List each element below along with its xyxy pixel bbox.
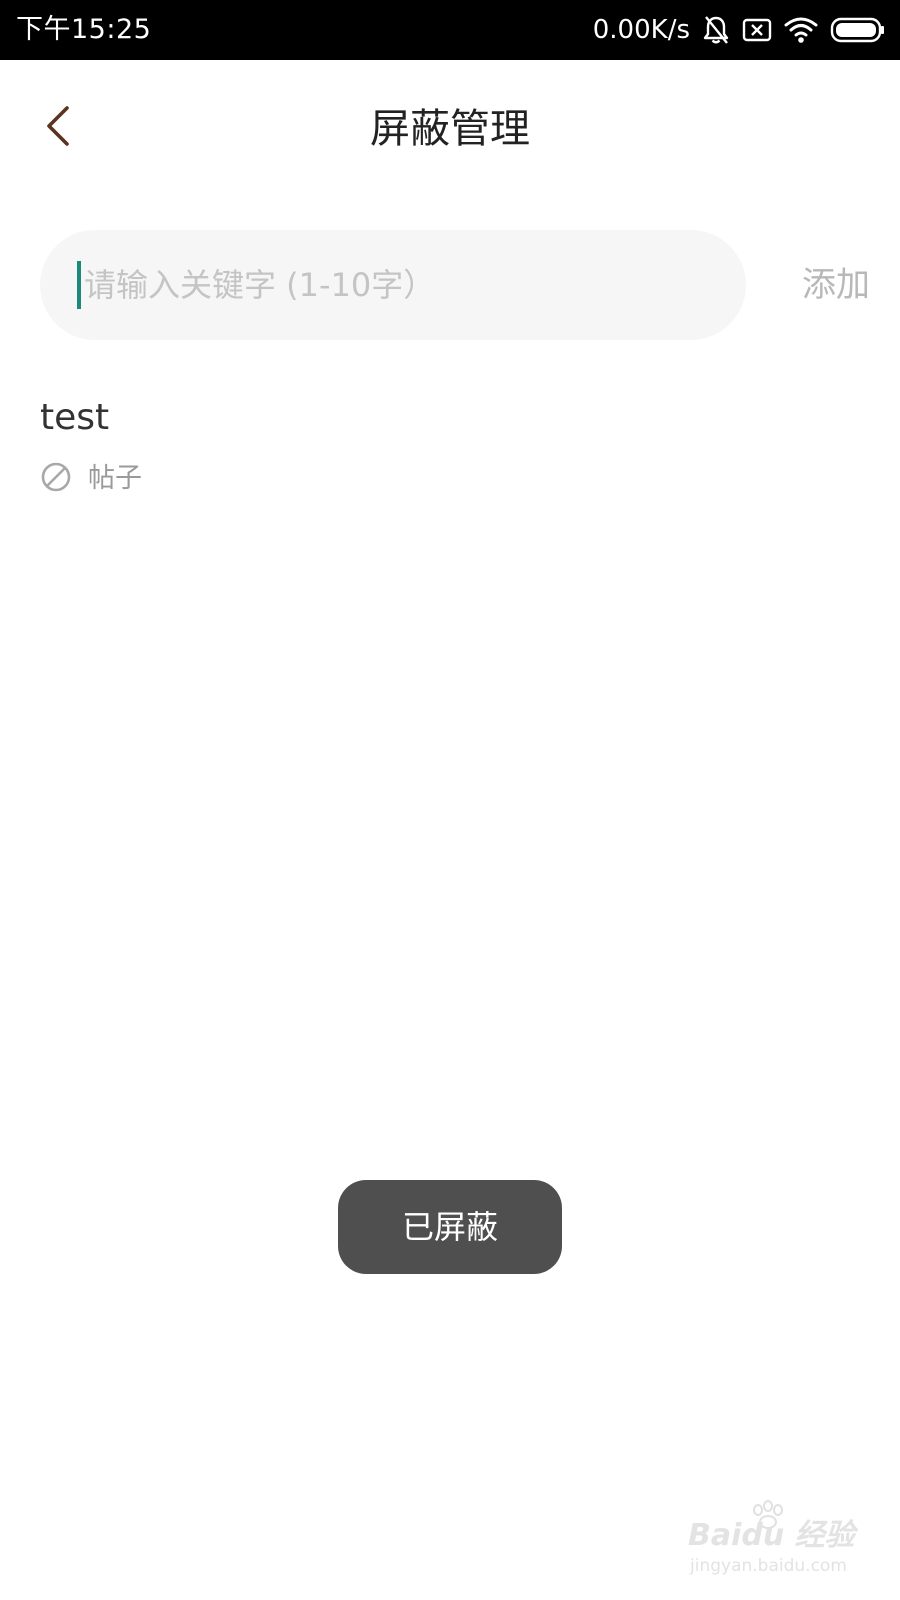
keyword-field[interactable] xyxy=(40,230,746,340)
page-title: 屏蔽管理 xyxy=(370,106,530,152)
block-icon xyxy=(40,461,72,497)
list-item[interactable]: test 帖子 xyxy=(40,396,860,506)
watermark-url: jingyan.baidu.com xyxy=(690,1556,847,1576)
status-icons: 0.00K/s xyxy=(593,12,886,48)
add-button[interactable]: 添加 xyxy=(770,230,870,340)
keyword-add-row: 添加 xyxy=(40,230,870,340)
blocked-scope: 帖子 xyxy=(88,463,142,494)
keyword-input[interactable] xyxy=(80,230,720,340)
blocked-scope-row: 帖子 xyxy=(40,462,142,496)
wifi-icon xyxy=(784,16,818,44)
bell-off-icon xyxy=(702,15,730,45)
toast-message: 已屏蔽 xyxy=(338,1180,562,1274)
status-time: 下午15:25 xyxy=(16,14,152,45)
status-bar: 下午15:25 0.00K/s xyxy=(0,0,900,60)
app-bar: 屏蔽管理 xyxy=(0,60,900,200)
watermark: Baidu 经验 jingyan.baidu.com xyxy=(688,1500,858,1582)
network-speed: 0.00K/s xyxy=(592,15,690,45)
sim-error-icon xyxy=(742,17,772,43)
blocked-keyword: test xyxy=(40,397,110,438)
watermark-brand: Baidu 经验 xyxy=(688,1518,855,1553)
battery-icon xyxy=(830,17,886,43)
